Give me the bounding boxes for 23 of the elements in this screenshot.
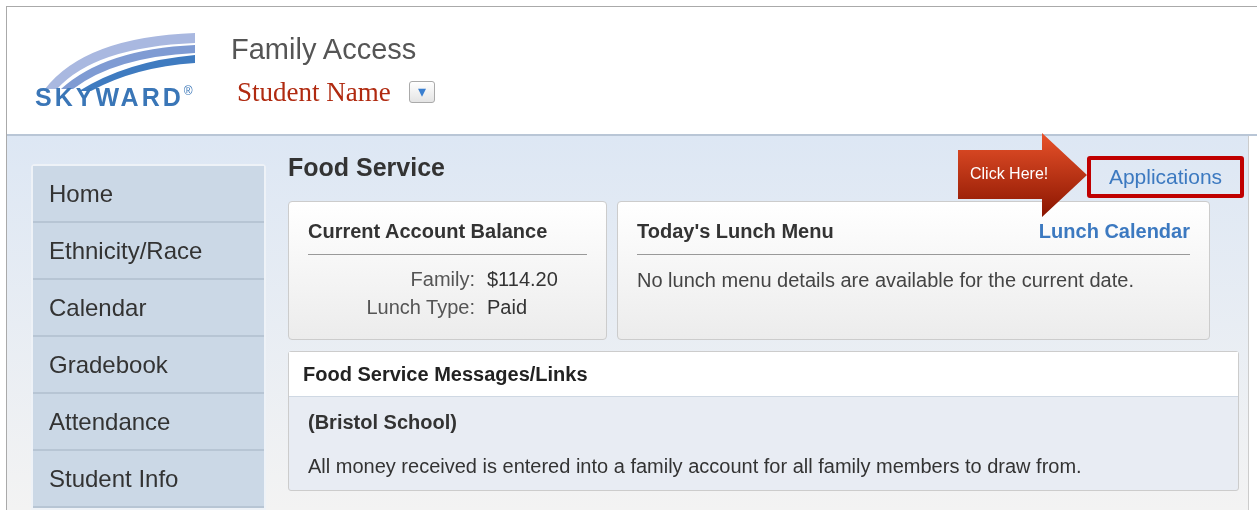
- lunch-message: No lunch menu details are available for the current date.: [637, 268, 1135, 293]
- school-name: (Bristol School): [307, 410, 458, 435]
- panel-title: Food Service Messages/Links: [289, 352, 1238, 397]
- sidebar-item[interactable]: Ethnicity/Race: [33, 223, 264, 280]
- field-value: $114.20: [487, 267, 558, 292]
- sidebar-item[interactable]: Home: [33, 166, 264, 223]
- sidebar-item[interactable]: Gradebook: [33, 337, 264, 394]
- field-label: Family:: [409, 267, 475, 292]
- message-text: All money received is entered into a family account for all family members to draw from.: [307, 454, 1083, 479]
- student-name: Student Name: [237, 76, 391, 109]
- lunch-calendar-link[interactable]: Lunch Calendar: [1038, 216, 1190, 246]
- app-title: Family Access: [231, 32, 418, 67]
- card-title: Current Account Balance: [308, 216, 587, 255]
- sidebar-item[interactable]: Attendance: [33, 394, 264, 451]
- sidebar-item[interactable]: Student Info: [33, 451, 264, 508]
- page-title: Food Service: [288, 152, 445, 182]
- student-dropdown[interactable]: ▾: [408, 81, 435, 103]
- field-label: Lunch Type:: [365, 295, 475, 320]
- field-value: Paid: [487, 295, 528, 320]
- sidebar-item[interactable]: Calendar: [33, 280, 264, 337]
- card-title: Today's Lunch Menu: [637, 219, 834, 244]
- callout-arrow: Click Here!: [958, 133, 1087, 217]
- applications-link[interactable]: Applications: [1087, 156, 1244, 198]
